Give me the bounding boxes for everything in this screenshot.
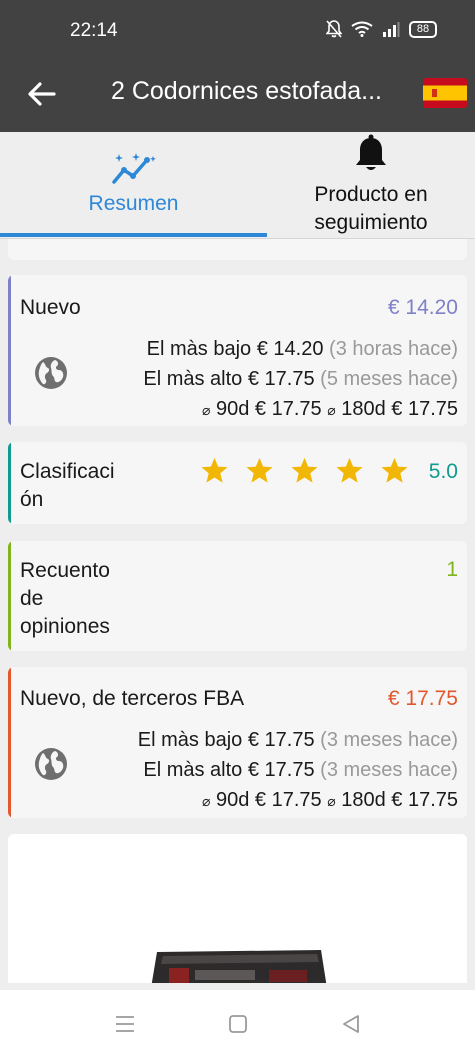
- app-bar: 2 Codornices estofada...: [0, 60, 475, 132]
- avg180-label: 180d: [341, 398, 386, 420]
- avg90-price: € 17.75: [254, 398, 322, 420]
- card-accent-bar: [8, 667, 11, 818]
- highest-label: El màs alto: [143, 759, 243, 781]
- back-triangle-icon[interactable]: [339, 1012, 363, 1036]
- highest-row: El màs alto € 17.75 (3 meses hace): [143, 759, 458, 782]
- avg90-price: € 17.75: [254, 789, 322, 811]
- globe-icon: [35, 748, 67, 780]
- star-icon: [201, 457, 228, 483]
- card-price: € 14.20: [387, 296, 458, 319]
- tab-bar: Resumen Producto en seguimiento: [0, 132, 475, 239]
- rating-card[interactable]: Clasificaci ón 5.0: [8, 442, 467, 524]
- card-accent-bar: [8, 275, 11, 426]
- rating-value: 5.0: [428, 460, 458, 483]
- lowest-time: (3 horas hace): [329, 338, 458, 360]
- status-time: 22:14: [70, 20, 118, 41]
- menu-icon[interactable]: [113, 1012, 137, 1036]
- lowest-row: El màs bajo € 14.20 (3 horas hace): [147, 338, 458, 361]
- star-icon: [246, 457, 273, 483]
- battery-icon: 88: [409, 20, 437, 38]
- highest-time: (5 meses hace): [320, 368, 458, 390]
- review-count-value: 1: [446, 558, 458, 581]
- avg90-label: 90d: [215, 789, 250, 811]
- avg-symbol: ⌀: [201, 402, 211, 418]
- rating-label: Clasificaci ón: [20, 458, 115, 514]
- tab-seguimiento-label-line2: seguimiento: [314, 211, 428, 234]
- review-label-line2: de: [20, 587, 44, 610]
- card-accent-bar: [8, 442, 11, 524]
- status-bar: 22:14 88: [0, 0, 475, 60]
- highest-time: (3 meses hace): [320, 759, 458, 781]
- card-label: Nuevo, de terceros FBA: [20, 687, 245, 710]
- avg-symbol: ⌀: [201, 793, 211, 809]
- avg180-label: 180d: [341, 789, 386, 811]
- previous-card-edge: [8, 239, 467, 260]
- status-icons: 88: [326, 20, 437, 38]
- average-row: ⌀ 90d € 17.75 ⌀ 180d € 17.75: [202, 398, 458, 421]
- avg-symbol: ⌀: [327, 402, 336, 418]
- star-icon: [381, 457, 408, 483]
- price-card-fba[interactable]: Nuevo, de terceros FBA € 17.75 El màs ba…: [8, 667, 467, 818]
- review-count-label: Recuento de opiniones: [20, 557, 110, 641]
- signal-icon: [383, 22, 400, 37]
- highest-row: El màs alto € 17.75 (5 meses hace): [143, 368, 458, 391]
- card-price: € 17.75: [387, 687, 458, 710]
- lowest-row: El màs bajo € 17.75 (3 meses hace): [138, 729, 458, 752]
- star-icon: [336, 457, 363, 483]
- product-image-card[interactable]: [8, 834, 467, 983]
- avg-symbol: ⌀: [327, 793, 336, 809]
- highest-label: El màs alto: [143, 368, 243, 390]
- price-card-new[interactable]: Nuevo € 14.20 El màs bajo € 14.20 (3 hor…: [8, 275, 467, 426]
- wifi-icon: [351, 21, 373, 37]
- lowest-label: El màs bajo: [137, 729, 243, 751]
- tab-seguimiento-label-line1: Producto en: [314, 183, 428, 206]
- tab-resumen[interactable]: Resumen: [0, 132, 267, 239]
- lowest-price: € 17.75: [247, 729, 315, 751]
- home-square-icon[interactable]: [226, 1012, 250, 1036]
- summary-list[interactable]: Nuevo € 14.20 El màs bajo € 14.20 (3 hor…: [0, 239, 475, 983]
- lowest-time: (3 meses hace): [320, 729, 458, 751]
- product-image: [151, 950, 327, 983]
- card-label: Nuevo: [20, 296, 81, 319]
- review-label-line3: opiniones: [20, 615, 110, 638]
- star-icon: [291, 457, 318, 483]
- tab-seguimiento[interactable]: Producto en seguimiento: [267, 132, 475, 239]
- highest-price: € 17.75: [247, 759, 315, 781]
- tab-seguimiento-label: Producto en seguimiento: [267, 181, 475, 237]
- avg90-label: 90d: [215, 398, 250, 420]
- tab-resumen-label: Resumen: [88, 192, 179, 215]
- arrow-back-icon[interactable]: [24, 76, 60, 112]
- highest-price: € 17.75: [247, 368, 315, 390]
- lowest-price: € 14.20: [256, 338, 324, 360]
- avg180-price: € 17.75: [391, 789, 458, 811]
- chart-sparkle-icon: [111, 153, 156, 184]
- active-tab-indicator: [0, 233, 267, 237]
- product-title: 2 Codornices estofada...: [111, 77, 382, 105]
- rating-label-line1: Clasificaci: [20, 460, 115, 483]
- mute-bell-icon: [326, 20, 342, 38]
- system-nav-bar: [0, 990, 475, 1056]
- average-row: ⌀ 90d € 17.75 ⌀ 180d € 17.75: [202, 789, 458, 812]
- globe-icon: [35, 357, 67, 389]
- rating-label-line2: ón: [20, 488, 44, 511]
- avg180-price: € 17.75: [391, 398, 458, 420]
- rating-stars: [200, 456, 409, 485]
- spain-flag-icon[interactable]: [423, 78, 467, 108]
- review-count-card[interactable]: Recuento de opiniones 1: [8, 541, 467, 651]
- bell-icon: [356, 134, 386, 170]
- lowest-label: El màs bajo: [146, 338, 252, 360]
- review-label-line1: Recuento: [20, 559, 110, 582]
- card-accent-bar: [8, 541, 11, 651]
